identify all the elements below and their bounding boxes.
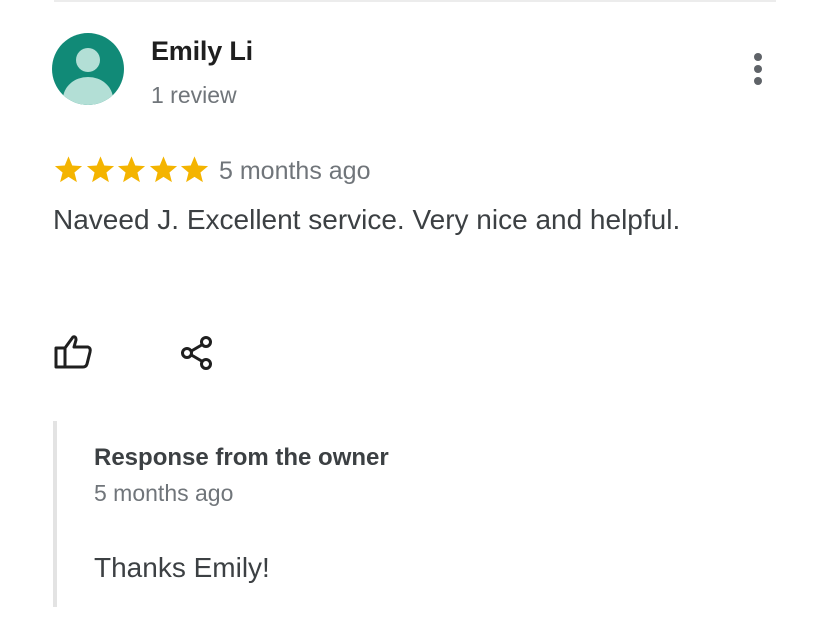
owner-response-text: Thanks Emily!	[94, 552, 270, 583]
avatar[interactable]	[52, 33, 124, 105]
more-vertical-icon-dot	[754, 65, 762, 73]
owner-response-date: 5 months ago	[94, 480, 234, 506]
share-icon	[181, 336, 212, 370]
reviewer-review-count: 1 review	[151, 82, 237, 108]
more-vertical-icon	[754, 53, 762, 61]
like-button[interactable]	[52, 332, 94, 372]
top-divider	[54, 0, 776, 2]
star-icon	[86, 155, 114, 182]
star-icon	[180, 155, 209, 182]
review-text: Naveed J. Excellent service. Very nice a…	[53, 204, 681, 235]
more-vertical-icon-dot	[754, 77, 762, 85]
review-date: 5 months ago	[219, 157, 371, 185]
reviewer-name[interactable]: Emily Li	[151, 36, 253, 67]
owner-response: Response from the owner 5 months ago Tha…	[53, 421, 757, 607]
person-icon	[63, 48, 113, 105]
star-rating	[53, 151, 211, 187]
star-icon	[149, 155, 177, 182]
thumbs-up-icon	[54, 335, 92, 369]
share-button[interactable]	[178, 333, 218, 373]
more-options-button[interactable]	[741, 50, 775, 88]
star-icon	[54, 155, 83, 182]
owner-response-title: Response from the owner	[94, 444, 389, 471]
star-icon	[117, 155, 146, 182]
